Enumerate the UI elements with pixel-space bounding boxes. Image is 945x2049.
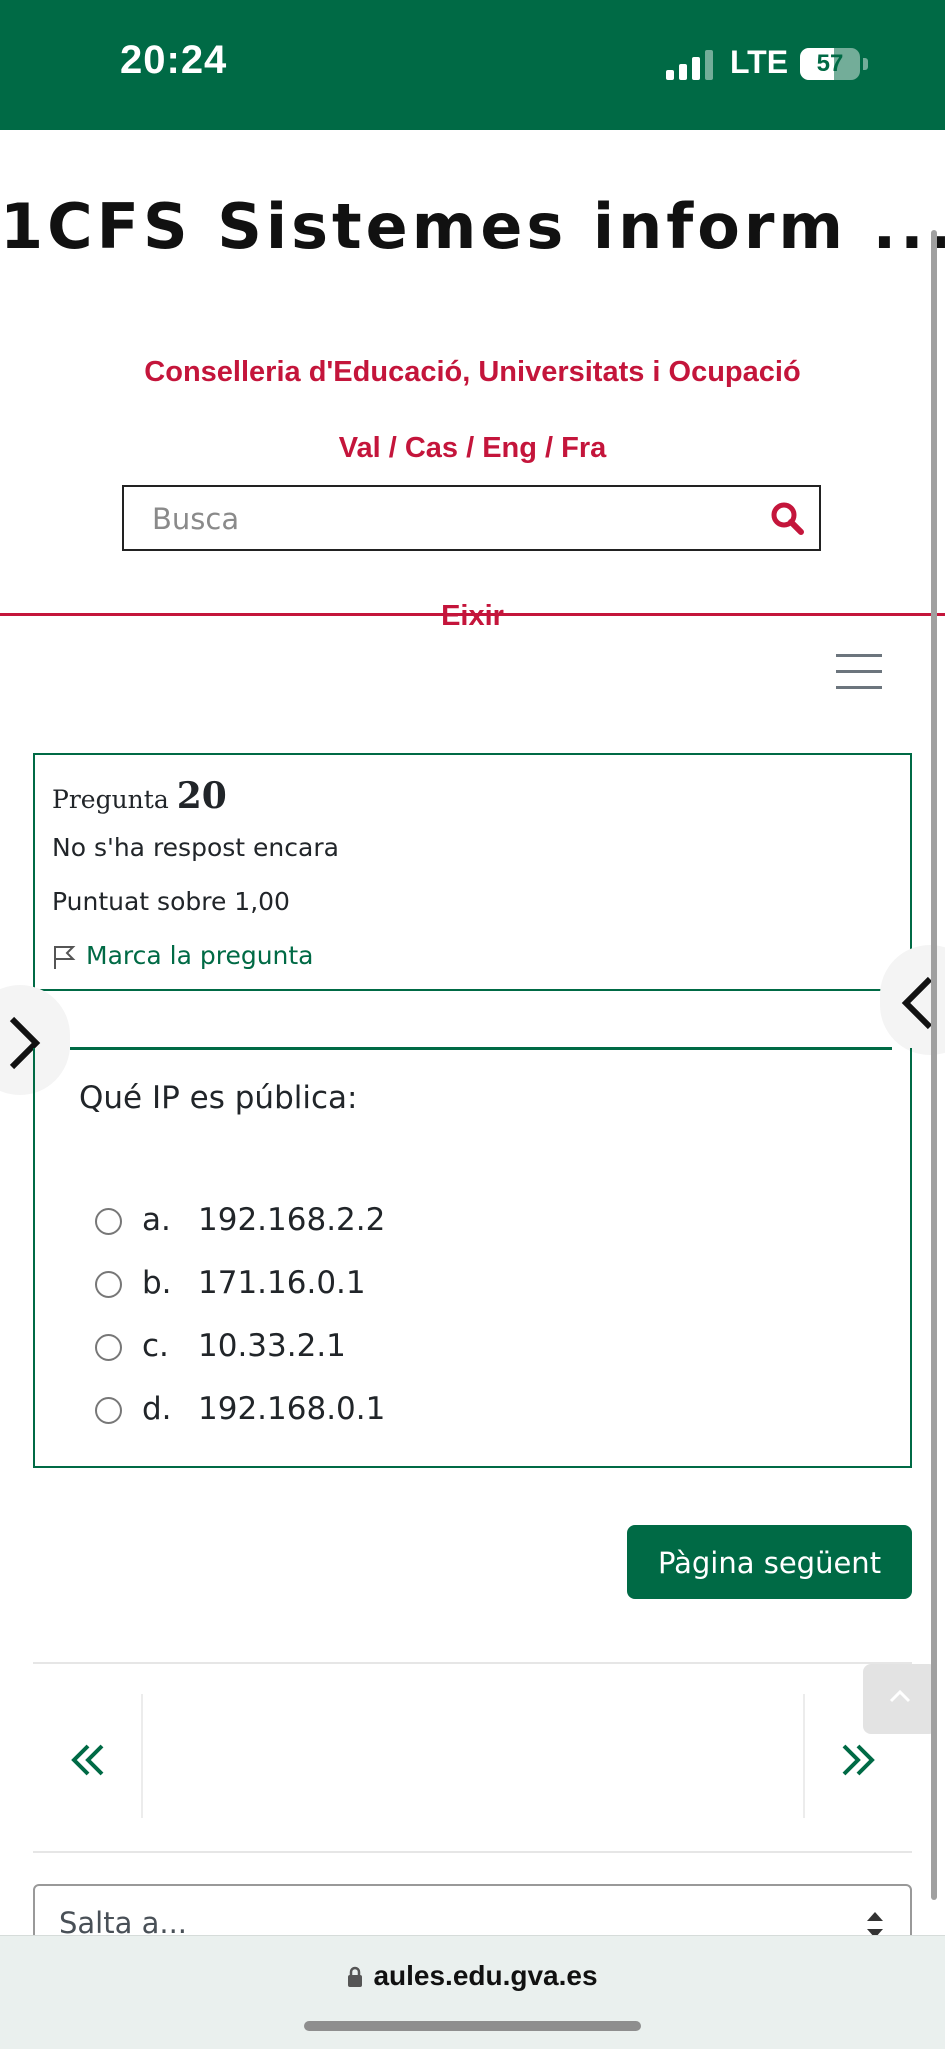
answer-letter: b.: [142, 1265, 172, 1301]
divider: [803, 1694, 805, 1818]
answer-value: 171.16.0.1: [198, 1265, 366, 1301]
question-text: Qué IP es pública:: [79, 1080, 358, 1116]
radio-button[interactable]: [95, 1397, 122, 1424]
search-input[interactable]: [150, 487, 714, 551]
question-content: Qué IP es pública: a. 192.168.2.2 b. 171…: [33, 1048, 912, 1468]
radio-button[interactable]: [95, 1334, 122, 1361]
home-indicator[interactable]: [304, 2021, 641, 2031]
question-state: No s'ha respost encara: [52, 833, 339, 862]
url-display[interactable]: aules.edu.gva.es: [0, 1960, 945, 1992]
question-grade: Puntuat sobre 1,00: [52, 887, 290, 916]
answer-value: 10.33.2.1: [198, 1328, 346, 1364]
status-bar: 20:24 LTE 57: [0, 0, 945, 130]
search-box: [122, 485, 821, 551]
ministry-link[interactable]: Conselleria d'Educació, Universitats i O…: [0, 356, 945, 389]
answer-value: 192.168.0.1: [198, 1391, 386, 1427]
question-label: Pregunta: [52, 785, 169, 814]
browser-address-bar[interactable]: aules.edu.gva.es: [0, 1935, 945, 2049]
menu-icon[interactable]: [836, 654, 882, 690]
divider: [33, 1851, 912, 1853]
scrollbar[interactable]: [931, 230, 937, 1900]
url-text: aules.edu.gva.es: [373, 1960, 598, 1991]
question-info: Pregunta 20 No s'ha respost encara Puntu…: [33, 753, 912, 991]
divider: [33, 1662, 912, 1664]
answer-letter: d.: [142, 1391, 172, 1427]
battery-level: 57: [816, 50, 844, 77]
status-time: 20:24: [120, 38, 228, 82]
next-activity-icon[interactable]: [840, 1740, 876, 1780]
back-to-top-button[interactable]: [863, 1664, 937, 1734]
question-number: Pregunta 20: [52, 775, 227, 817]
logout-link[interactable]: Eixir: [0, 600, 945, 633]
flag-icon: [54, 946, 76, 969]
language-switcher[interactable]: Val / Cas / Eng / Fra: [0, 432, 945, 465]
radio-button[interactable]: [95, 1208, 122, 1235]
chevron-up-icon: [889, 1689, 911, 1703]
battery-tip: [863, 58, 868, 70]
question-number-value: 20: [176, 775, 227, 817]
flag-question-label: Marca la pregunta: [86, 941, 314, 970]
answer-letter: c.: [142, 1328, 169, 1364]
search-icon[interactable]: [770, 501, 804, 535]
answer-letter: a.: [142, 1202, 171, 1238]
cellular-signal-icon: [666, 50, 713, 80]
radio-button[interactable]: [95, 1271, 122, 1298]
network-type: LTE: [730, 44, 789, 80]
previous-activity-icon[interactable]: [70, 1740, 106, 1780]
lock-icon: [348, 1966, 363, 1987]
battery-icon: 57: [800, 48, 860, 80]
divider: [141, 1694, 143, 1818]
answer-value: 192.168.2.2: [198, 1202, 386, 1238]
next-page-button[interactable]: Pàgina següent: [627, 1525, 912, 1599]
site-title[interactable]: 1CFS Sistemes inform ...: [0, 190, 945, 263]
flag-question-link[interactable]: Marca la pregunta: [52, 941, 314, 970]
